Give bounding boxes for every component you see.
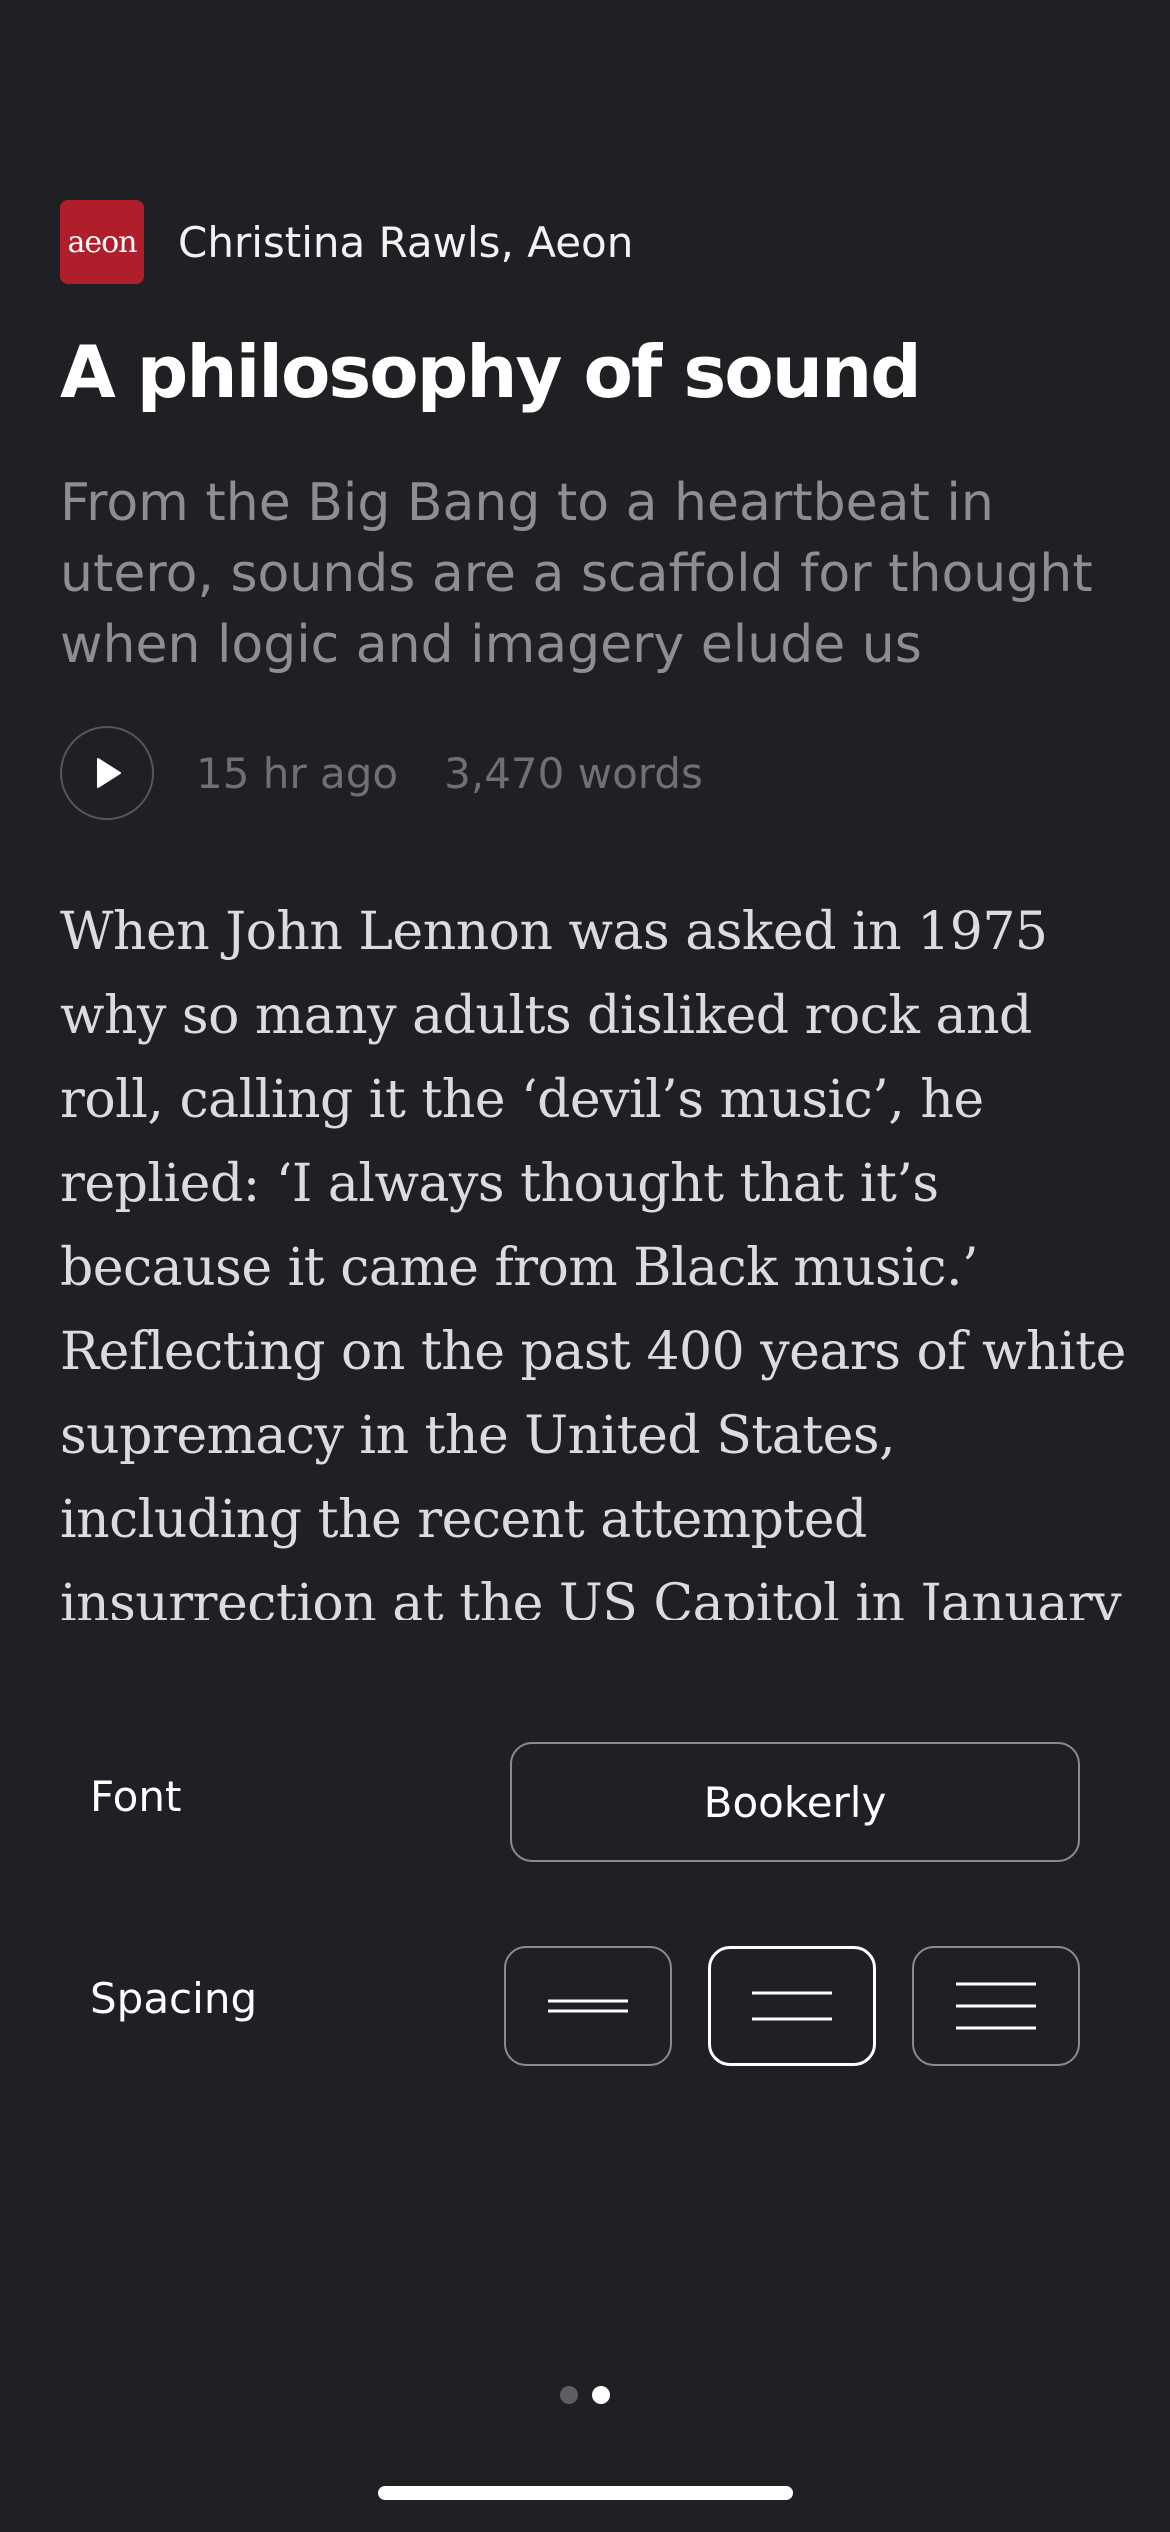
article-body: When John Lennon was asked in 1975 why s… [60, 902, 1126, 1634]
article-title: A philosophy of sound [60, 330, 922, 414]
spacing-wide-button[interactable] [912, 1946, 1080, 2066]
spacing-normal-button[interactable] [708, 1946, 876, 2066]
byline: aeon Christina Rawls, Aeon [60, 200, 633, 284]
page-dot-1[interactable] [560, 2386, 578, 2404]
font-select-button[interactable]: Bookerly [510, 1742, 1080, 1862]
spacing-compact-icon [548, 1999, 628, 2013]
source-logo: aeon [60, 200, 144, 284]
word-count: 3,470 words [444, 748, 703, 798]
spacing-normal-icon [752, 1991, 832, 2021]
page-dot-2[interactable] [592, 2386, 610, 2404]
page-indicator[interactable] [560, 2386, 624, 2404]
home-indicator[interactable] [378, 2486, 793, 2500]
font-label: Font [90, 1772, 182, 1821]
article-subtitle: From the Big Bang to a heartbeat in uter… [60, 473, 1093, 675]
play-icon [97, 758, 121, 788]
article-meta: 15 hr ago 3,470 words [60, 726, 703, 820]
byline-text: Christina Rawls, Aeon [178, 217, 634, 267]
time-ago: 15 hr ago [196, 748, 399, 798]
spacing-label: Spacing [90, 1974, 258, 2023]
play-button[interactable] [60, 726, 154, 820]
font-value: Bookerly [703, 1777, 887, 1827]
spacing-wide-icon [956, 1982, 1036, 2030]
spacing-compact-button[interactable] [504, 1946, 672, 2066]
article-view: aeon Christina Rawls, Aeon A philosophy … [0, 0, 1170, 1640]
source-logo-text: aeon [67, 224, 137, 260]
